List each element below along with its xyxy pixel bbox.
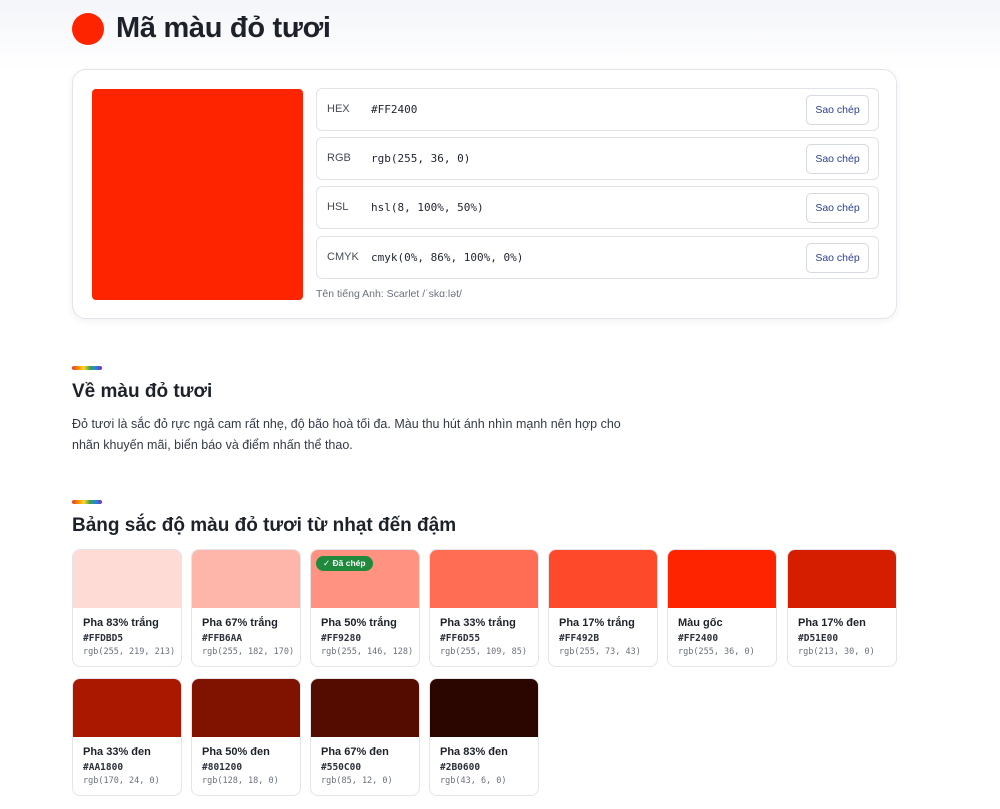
shade-rgb: rgb(128, 18, 0) <box>202 776 279 786</box>
hsl-label: HSL <box>327 201 349 213</box>
shade-hex: #550C00 <box>321 762 362 773</box>
shade-card[interactable]: ✓ Đã chép Pha 50% trắng #FF9280 rgb(255,… <box>310 549 420 667</box>
rgb-label: RGB <box>327 152 351 164</box>
color-code-card: HEX #FF2400 Sao chép RGB rgb(255, 36, 0)… <box>72 69 897 319</box>
shade-card[interactable]: Pha 33% đen #AA1800 rgb(170, 24, 0) <box>72 678 182 796</box>
shade-hex: #FF492B <box>559 633 600 644</box>
shade-hex: #FF2400 <box>678 633 719 644</box>
shade-rgb: rgb(255, 219, 213) <box>83 647 176 657</box>
shade-rgb: rgb(43, 6, 0) <box>440 776 507 786</box>
shade-card[interactable]: Màu gốc #FF2400 rgb(255, 36, 0) <box>667 549 777 667</box>
shade-hex: #D51E00 <box>798 633 839 644</box>
shade-name: Pha 33% đen <box>83 746 151 758</box>
shade-card[interactable]: Pha 67% trắng #FFB6AA rgb(255, 182, 170) <box>191 549 301 667</box>
shade-rgb: rgb(255, 182, 170) <box>202 647 295 657</box>
page-title: Mã màu đỏ tươi <box>116 12 331 44</box>
shade-hex: #FF9280 <box>321 633 362 644</box>
page-header: Mã màu đỏ tươi <box>72 12 331 45</box>
shade-rgb: rgb(213, 30, 0) <box>798 647 875 657</box>
shade-hex: #801200 <box>202 762 243 773</box>
shade-swatch <box>192 679 300 737</box>
shade-rgb: rgb(255, 36, 0) <box>678 647 755 657</box>
shade-name: Pha 17% trắng <box>559 617 635 629</box>
color-dot-icon <box>72 12 104 45</box>
shade-name: Pha 33% trắng <box>440 617 516 629</box>
shade-card[interactable]: Pha 17% trắng #FF492B rgb(255, 73, 43) <box>548 549 658 667</box>
section-divider <box>72 500 102 504</box>
hsl-code-row: HSL hsl(8, 100%, 50%) Sao chép <box>316 186 879 229</box>
hsl-value: hsl(8, 100%, 50%) <box>371 201 484 214</box>
cmyk-label: CMYK <box>327 251 359 263</box>
shade-hex: #AA1800 <box>83 762 124 773</box>
hex-label: HEX <box>327 103 350 115</box>
shade-hex: #FFDBD5 <box>83 633 124 644</box>
shade-name: Pha 50% đen <box>202 746 270 758</box>
hex-value: #FF2400 <box>371 103 418 116</box>
shade-rgb: rgb(255, 109, 85) <box>440 647 527 657</box>
copy-hsl-button[interactable]: Sao chép <box>806 193 869 223</box>
shade-card[interactable]: Pha 83% đen #2B0600 rgb(43, 6, 0) <box>429 678 539 796</box>
shade-name: Pha 67% trắng <box>202 617 278 629</box>
copy-cmyk-button[interactable]: Sao chép <box>806 243 869 273</box>
shade-rgb: rgb(255, 146, 128) <box>321 647 414 657</box>
about-title: Về màu đỏ tươi <box>72 381 213 402</box>
shade-name: Pha 17% đen <box>798 617 866 629</box>
section-divider <box>72 366 102 370</box>
shade-swatch <box>311 679 419 737</box>
shade-swatch <box>549 550 657 608</box>
shades-title: Bảng sắc độ màu đỏ tươi từ nhạt đến đậm <box>72 515 457 536</box>
english-name: Tên tiếng Anh: Scarlet /ˈskɑːlət/ <box>316 288 462 300</box>
shade-swatch <box>430 679 538 737</box>
shade-swatch <box>430 550 538 608</box>
copy-hex-button[interactable]: Sao chép <box>806 95 869 125</box>
shade-card[interactable]: Pha 17% đen #D51E00 rgb(213, 30, 0) <box>787 549 897 667</box>
shade-name: Pha 50% trắng <box>321 617 397 629</box>
shade-name: Pha 67% đen <box>321 746 389 758</box>
copied-badge: ✓ Đã chép <box>316 556 373 571</box>
shade-rgb: rgb(255, 73, 43) <box>559 647 641 657</box>
shade-hex: #FFB6AA <box>202 633 243 644</box>
rgb-code-row: RGB rgb(255, 36, 0) Sao chép <box>316 137 879 180</box>
shade-card[interactable]: Pha 33% trắng #FF6D55 rgb(255, 109, 85) <box>429 549 539 667</box>
cmyk-code-row: CMYK cmyk(0%, 86%, 100%, 0%) Sao chép <box>316 236 879 279</box>
shade-name: Pha 83% trắng <box>83 617 159 629</box>
shade-swatch <box>668 550 776 608</box>
shade-name: Pha 83% đen <box>440 746 508 758</box>
shade-rgb: rgb(85, 12, 0) <box>321 776 393 786</box>
shade-name: Màu gốc <box>678 617 723 629</box>
shade-swatch <box>73 679 181 737</box>
shade-card[interactable]: Pha 83% trắng #FFDBD5 rgb(255, 219, 213) <box>72 549 182 667</box>
hex-code-row: HEX #FF2400 Sao chép <box>316 88 879 131</box>
copy-rgb-button[interactable]: Sao chép <box>806 144 869 174</box>
cmyk-value: cmyk(0%, 86%, 100%, 0%) <box>371 251 524 264</box>
shade-card[interactable]: Pha 50% đen #801200 rgb(128, 18, 0) <box>191 678 301 796</box>
about-text: Đỏ tươi là sắc đỏ rực ngả cam rất nhẹ, đ… <box>72 417 621 452</box>
shade-rgb: rgb(170, 24, 0) <box>83 776 160 786</box>
shade-hex: #FF6D55 <box>440 633 481 644</box>
shade-swatch <box>192 550 300 608</box>
shade-swatch <box>73 550 181 608</box>
shade-swatch <box>788 550 896 608</box>
color-swatch <box>92 89 303 300</box>
shade-card[interactable]: Pha 67% đen #550C00 rgb(85, 12, 0) <box>310 678 420 796</box>
rgb-value: rgb(255, 36, 0) <box>371 152 471 165</box>
shade-hex: #2B0600 <box>440 762 481 773</box>
